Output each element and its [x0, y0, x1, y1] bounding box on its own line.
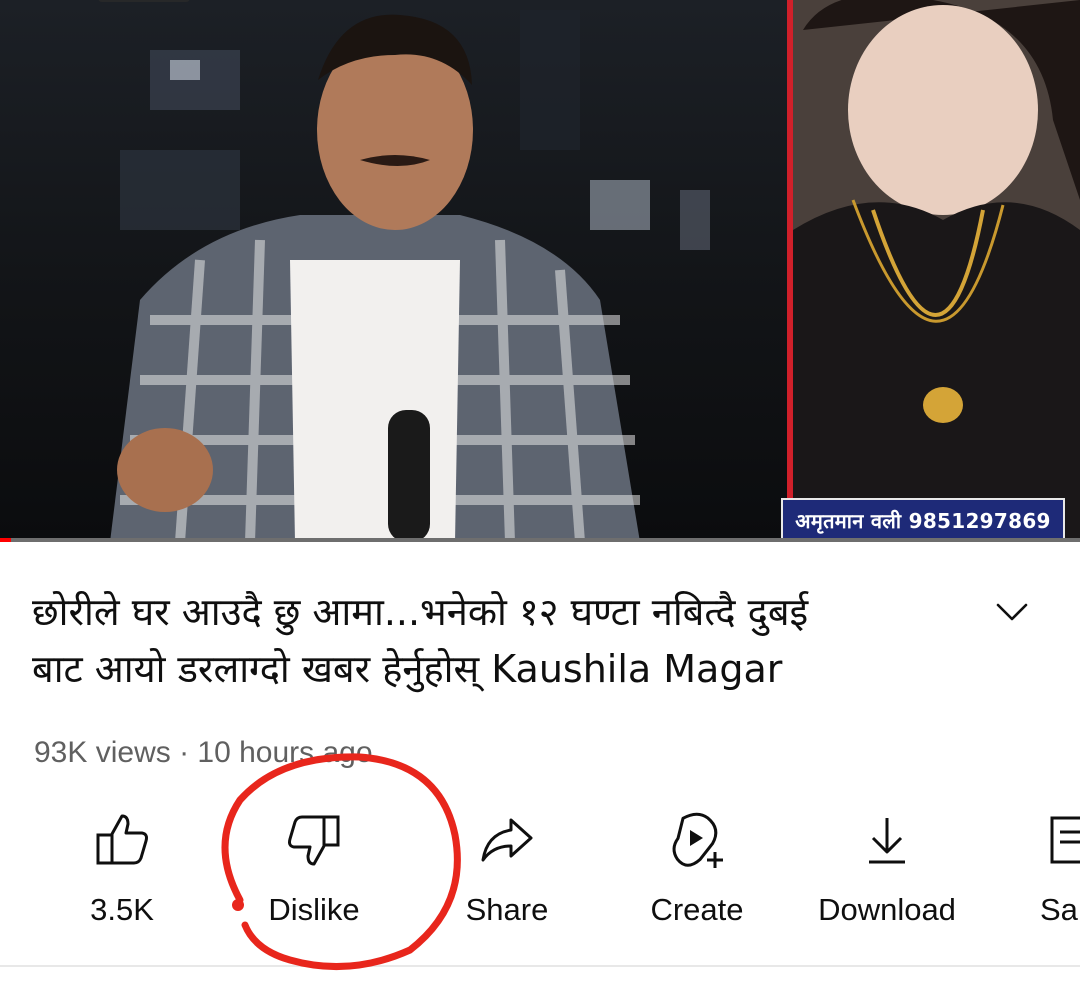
create-label: Create — [650, 892, 744, 927]
save-icon — [1050, 816, 1080, 864]
create-button[interactable]: Create — [640, 808, 754, 938]
download-label: Download — [818, 892, 956, 927]
like-count: 3.5K — [90, 892, 154, 927]
dislike-button[interactable]: Dislike — [254, 808, 374, 938]
video-frame-reporter — [0, 0, 787, 542]
divider — [0, 965, 1080, 967]
phone-number-caption: अमृतमान वली 9851297869 — [781, 498, 1065, 542]
thumbs-up-icon — [96, 814, 148, 865]
video-meta[interactable]: 93K views · 10 hours ago — [34, 736, 373, 770]
thumbs-down-icon — [288, 815, 340, 866]
chevron-down-icon[interactable] — [992, 592, 1032, 632]
dislike-label: Dislike — [268, 892, 360, 927]
portrait-illustration — [793, 0, 1080, 542]
reporter-scene-illustration — [110, 10, 710, 542]
save-label: Sa — [1040, 892, 1078, 927]
share-label: Share — [465, 892, 549, 927]
like-button[interactable]: 3.5K — [76, 808, 168, 938]
video-frame-portrait: अमृतमान वली 9851297869 — [781, 0, 1080, 542]
video-title[interactable]: छोरीले घर आउदै छु आमा...भनेको १२ घण्टा न… — [32, 584, 932, 698]
video-player[interactable]: अमृतमान वली 9851297869 — [0, 0, 1080, 542]
download-icon — [869, 818, 905, 864]
status-pill — [98, 0, 190, 2]
video-title-line-2: बाट आयो डरलाग्दो खबर हेर्नुहोस् Kaushila… — [32, 647, 783, 691]
save-button[interactable]: Sa — [1040, 808, 1080, 938]
create-icon — [672, 812, 723, 868]
download-button[interactable]: Download — [808, 808, 966, 938]
video-progress-fill — [0, 538, 11, 542]
video-progress-bar[interactable] — [0, 538, 1080, 542]
share-button[interactable]: Share — [452, 808, 562, 938]
share-icon — [481, 818, 533, 862]
video-title-line-1: छोरीले घर आउदै छु आमा...भनेको १२ घण्टा न… — [32, 590, 809, 634]
